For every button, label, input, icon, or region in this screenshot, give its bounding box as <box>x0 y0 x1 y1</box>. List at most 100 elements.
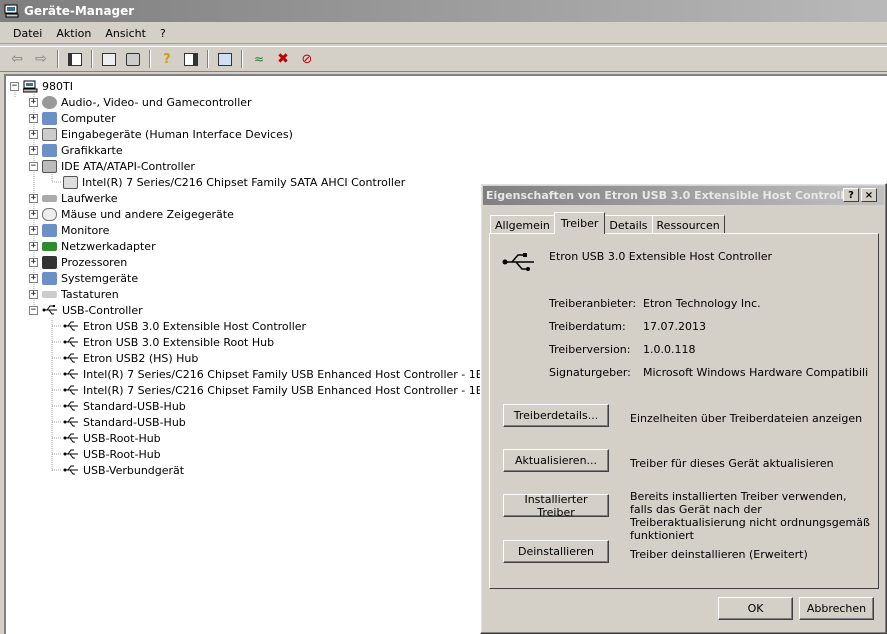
expand-toggle[interactable]: + <box>29 97 38 107</box>
tree-item-prozessoren[interactable]: + Prozessoren <box>29 254 127 270</box>
window-titlebar[interactable]: Geräte-Manager <box>0 0 887 22</box>
toolbar-separator <box>149 50 151 68</box>
tree-item-sata[interactable]: Intel(R) 7 Series/C216 Chipset Family SA… <box>63 174 405 190</box>
device-name: Etron USB 3.0 Extensible Host Controller <box>549 250 773 263</box>
tree-item-usb-device[interactable]: Etron USB 3.0 Extensible Host Controller <box>63 318 306 334</box>
audio-icon <box>42 95 57 109</box>
tree-item-usb-device[interactable]: Etron USB 3.0 Extensible Root Hub <box>63 334 274 350</box>
usb-icon <box>63 465 78 475</box>
tree-item-tastaturen[interactable]: + Tastaturen <box>29 286 119 302</box>
properties-icon[interactable] <box>98 48 120 70</box>
tree-item-label: Laufwerke <box>61 191 118 205</box>
hid-icon <box>42 127 57 141</box>
tree-item-usb-device[interactable]: Intel(R) 7 Series/C216 Chipset Family US… <box>63 366 497 382</box>
dialog-titlebar[interactable]: Eigenschaften von Etron USB 3.0 Extensib… <box>483 186 884 205</box>
computer-icon <box>23 80 38 93</box>
driver-version-label: Treiberversion: <box>549 343 631 356</box>
menu-ansicht[interactable]: Ansicht <box>98 25 153 42</box>
expand-toggle[interactable]: + <box>29 113 38 123</box>
driver-details-button[interactable]: Treiberdetails... <box>503 404 609 427</box>
usb-icon <box>63 433 78 443</box>
tree-item-label: USB-Root-Hub <box>83 447 161 461</box>
menu-help[interactable]: ? <box>153 25 173 42</box>
tree-item-system[interactable]: + Systemgeräte <box>29 270 138 286</box>
toolbar-separator <box>91 50 93 68</box>
keyboard-icon <box>42 290 57 298</box>
tree-item-maeuse[interactable]: + Mäuse und andere Zeigegeräte <box>29 206 234 222</box>
expand-toggle[interactable]: + <box>29 193 38 203</box>
scan-hardware-icon[interactable] <box>214 48 236 70</box>
expand-toggle[interactable]: + <box>29 289 38 299</box>
tab-treiber[interactable]: Treiber <box>553 212 606 234</box>
drive-icon <box>42 194 57 202</box>
help-icon[interactable]: ? <box>156 48 178 70</box>
tree-item-laufwerke[interactable]: + Laufwerke <box>29 190 118 206</box>
tree-item-usb-controller[interactable]: − USB-Controller <box>29 302 143 318</box>
expand-toggle[interactable]: + <box>29 273 38 283</box>
tree-item-computer[interactable]: + Computer <box>29 110 116 126</box>
tree-item-label: Grafikkarte <box>61 143 123 157</box>
tree-item-audio[interactable]: + Audio-, Video- und Gamecontroller <box>29 94 252 110</box>
tree-item-label: Intel(R) 7 Series/C216 Chipset Family SA… <box>82 175 406 189</box>
dialog-tabs: Allgemein Treiber Details Ressourcen <box>490 212 725 234</box>
help-button[interactable]: ? <box>843 188 859 202</box>
rollback-driver-desc: Bereits installierten Treiber verwenden,… <box>630 490 870 542</box>
tab-ressourcen[interactable]: Ressourcen <box>651 215 725 234</box>
menu-bar: Datei Aktion Ansicht ? <box>0 24 887 44</box>
forward-arrow-icon[interactable]: ⇨ <box>30 48 52 70</box>
ok-button[interactable]: OK <box>718 597 793 620</box>
driver-details-desc: Einzelheiten über Treiberdateien anzeige… <box>630 412 863 425</box>
tab-allgemein[interactable]: Allgemein <box>490 215 555 234</box>
tree-item-usb-device[interactable]: USB-Verbundgerät <box>63 462 184 478</box>
back-arrow-icon[interactable]: ⇦ <box>6 48 28 70</box>
expand-toggle[interactable]: + <box>29 129 38 139</box>
expand-toggle[interactable]: + <box>29 209 38 219</box>
display-adapter-icon <box>42 143 57 157</box>
collapse-toggle[interactable]: − <box>10 81 19 91</box>
tree-item-label: Etron USB2 (HS) Hub <box>83 351 199 365</box>
usb-icon <box>502 253 534 271</box>
expand-toggle[interactable]: + <box>29 241 38 251</box>
menu-datei[interactable]: Datei <box>6 25 49 42</box>
update-driver-button[interactable]: Aktualisieren... <box>503 449 609 472</box>
close-button[interactable]: × <box>861 188 877 202</box>
show-hide-icon[interactable] <box>180 48 202 70</box>
update-driver-icon[interactable]: ≈ <box>248 48 270 70</box>
driver-tab-panel: Etron USB 3.0 Extensible Host Controller… <box>489 233 879 589</box>
rollback-driver-button[interactable]: Installierter Treiber <box>503 493 609 519</box>
ide-controller-icon <box>42 159 57 173</box>
tree-item-ide[interactable]: − IDE ATA/ATAPI-Controller <box>29 158 195 174</box>
print-icon[interactable] <box>122 48 144 70</box>
expand-toggle[interactable]: + <box>29 145 38 155</box>
tree-item-usb-device[interactable]: Intel(R) 7 Series/C216 Chipset Family US… <box>63 382 498 398</box>
tree-item-label: Netzwerkadapter <box>61 239 156 253</box>
usb-icon <box>63 385 78 395</box>
tree-item-hid[interactable]: + Eingabegeräte (Human Interface Devices… <box>29 126 293 142</box>
tab-details[interactable]: Details <box>604 215 653 234</box>
tree-item-grafikkarte[interactable]: + Grafikkarte <box>29 142 123 158</box>
uninstall-button[interactable]: Deinstallieren <box>503 540 609 563</box>
tree-item-usb-device[interactable]: Standard-USB-Hub <box>63 398 186 414</box>
tree-root-label: 980TI <box>42 79 73 93</box>
collapse-toggle[interactable]: − <box>29 305 38 315</box>
tree-item-usb-device[interactable]: USB-Root-Hub <box>63 430 161 446</box>
tree-item-netzwerk[interactable]: + Netzwerkadapter <box>29 238 156 254</box>
tree-item-monitore[interactable]: + Monitore <box>29 222 109 238</box>
tree-item-usb-device[interactable]: Etron USB2 (HS) Hub <box>63 350 198 366</box>
menu-aktion[interactable]: Aktion <box>49 25 98 42</box>
usb-icon <box>63 369 78 379</box>
tree-item-usb-device[interactable]: Standard-USB-Hub <box>63 414 186 430</box>
expand-toggle[interactable]: + <box>29 225 38 235</box>
tree-item-label: Monitore <box>61 223 110 237</box>
cancel-button[interactable]: Abbrechen <box>799 597 874 620</box>
uninstall-icon[interactable]: ✖ <box>272 48 294 70</box>
computer-icon <box>42 111 57 125</box>
console-tree-icon[interactable] <box>64 48 86 70</box>
disable-icon[interactable]: ⊘ <box>296 48 318 70</box>
tree-item-label: Standard-USB-Hub <box>83 399 186 413</box>
tree-item-usb-device[interactable]: USB-Root-Hub <box>63 446 161 462</box>
expand-toggle[interactable]: + <box>29 257 38 267</box>
collapse-toggle[interactable]: − <box>29 161 38 171</box>
tree-root[interactable]: − 980TI <box>10 78 73 94</box>
driver-version-value: 1.0.0.118 <box>643 343 696 356</box>
